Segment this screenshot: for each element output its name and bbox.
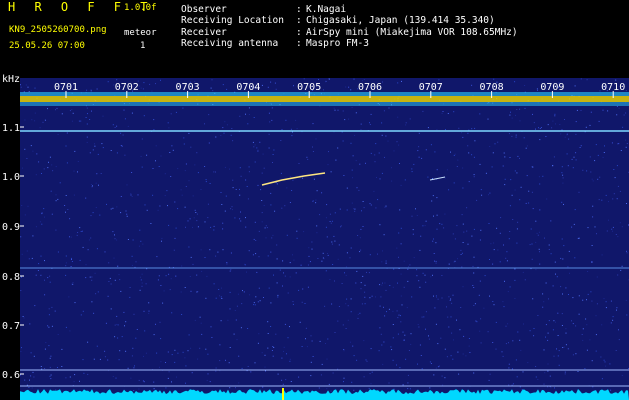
version-label: 1.0.0f — [124, 3, 157, 13]
time-tick-label: 0709 — [540, 82, 564, 93]
observer-label: Observer — [181, 4, 227, 15]
freq-tick-label: 1.0 — [2, 172, 20, 183]
time-tick-label: 0702 — [115, 82, 139, 93]
time-tick-label: 0705 — [297, 82, 321, 93]
meta-colon: : — [296, 4, 302, 15]
time-tick-label: 0703 — [176, 82, 200, 93]
freq-tick-label: 0.9 — [2, 222, 20, 233]
time-tick-label: 0704 — [236, 82, 260, 93]
freq-tick-label: 0.8 — [2, 272, 20, 283]
carrier-band-glow — [20, 102, 629, 106]
spectrogram-background — [20, 78, 629, 400]
time-tick-label: 0708 — [480, 82, 504, 93]
spectrogram: 0701 0702 0703 0704 0705 0706 0707 0708 0709 0710… — [2, 78, 629, 400]
datetime-label: 25.05.26 07:00 — [9, 41, 85, 51]
time-tick-label: 0701 — [54, 82, 78, 93]
freq-tick-label: 0.7 — [2, 321, 20, 332]
filename-label: KN9_2505260700.png — [9, 25, 107, 35]
location-value: Chigasaki, Japan (139.414 35.340) — [306, 15, 495, 26]
meta-colon: : — [296, 15, 302, 26]
carrier-band — [20, 96, 629, 102]
observer-value: K.Nagai — [306, 4, 347, 15]
receiver-value: AirSpy mini (Miakejima VOR 108.65MHz) — [306, 27, 518, 38]
location-label: Receiving Location — [181, 15, 284, 26]
freq-tick-label: 0.6 — [2, 370, 20, 381]
meta-colon: : — [296, 27, 302, 38]
meta-colon: : — [296, 38, 302, 49]
carrier-band-glow — [20, 92, 629, 96]
time-tick-label: 0706 — [358, 82, 382, 93]
time-tick-label: 0710 — [601, 82, 625, 93]
time-tick-label: 0707 — [419, 82, 443, 93]
antenna-label: Receiving antenna — [181, 38, 279, 49]
receiver-label: Receiver — [181, 27, 227, 38]
freq-tick-label: 1.1 — [2, 123, 20, 134]
meteor-count-value: 1 — [140, 41, 146, 51]
antenna-value: Maspro FM-3 — [306, 38, 369, 49]
meteor-count-label: meteor — [124, 28, 157, 38]
